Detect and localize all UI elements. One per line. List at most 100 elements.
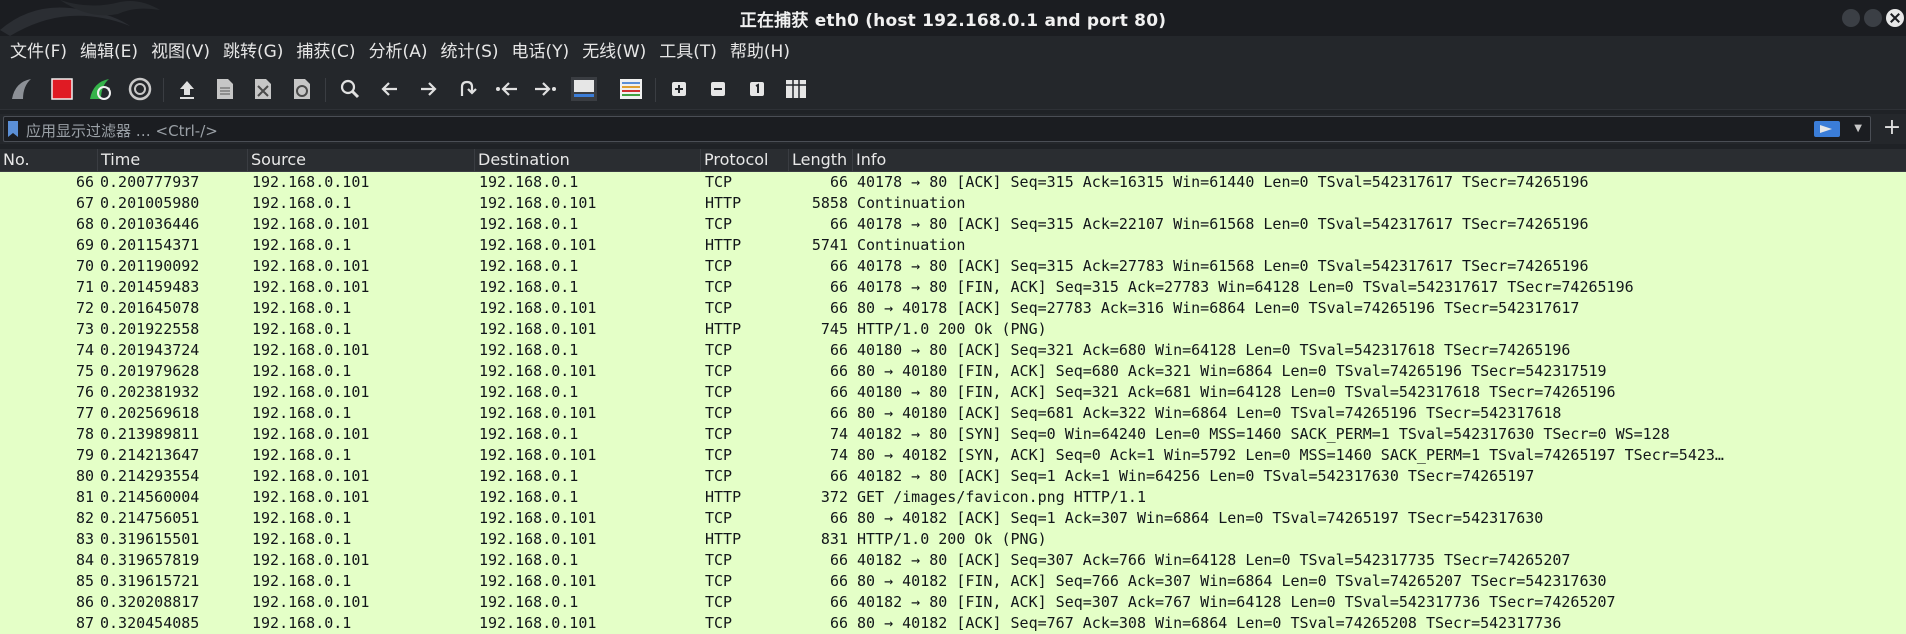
- close-button[interactable]: [1886, 9, 1904, 27]
- packet-row[interactable]: 68 0.201036446 192.168.0.101 192.168.0.1 TCP…: [0, 214, 1906, 235]
- menu-edit[interactable]: 编辑(E): [74, 36, 144, 68]
- normal-size-icon[interactable]: [743, 75, 771, 103]
- packet-source: 192.168.0.1: [252, 446, 352, 464]
- packet-row[interactable]: 82 0.214756051 192.168.0.1 192.168.0.101 TCP…: [0, 508, 1906, 529]
- packet-row[interactable]: 77 0.202569618 192.168.0.1 192.168.0.101 TCP…: [0, 403, 1906, 424]
- packet-row[interactable]: 83 0.319615501 192.168.0.1 192.168.0.101 HTT…: [0, 529, 1906, 550]
- packet-destination: 192.168.0.1: [479, 278, 579, 296]
- column-header-no[interactable]: No.: [0, 149, 98, 172]
- autoscroll-icon[interactable]: [570, 75, 598, 103]
- menu-go[interactable]: 跳转(G): [217, 36, 289, 68]
- zoom-in-icon[interactable]: [665, 75, 693, 103]
- packet-row[interactable]: 66 0.200777937 192.168.0.101 192.168.0.1 TCP…: [0, 172, 1906, 193]
- packet-row[interactable]: 73 0.201922558 192.168.0.1 192.168.0.101 HTT…: [0, 319, 1906, 340]
- packet-info: 40178 → 80 [FIN, ACK] Seq=315 Ack=27783 …: [857, 278, 1634, 296]
- packet-row[interactable]: 69 0.201154371 192.168.0.1 192.168.0.101 HTT…: [0, 235, 1906, 256]
- filter-bookmark-icon[interactable]: [8, 121, 18, 137]
- menu-analyze[interactable]: 分析(A): [363, 36, 434, 68]
- close-file-icon[interactable]: [249, 75, 277, 103]
- packet-row[interactable]: 87 0.320454085 192.168.0.1 192.168.0.101 TCP…: [0, 613, 1906, 634]
- packet-row[interactable]: 85 0.319615721 192.168.0.1 192.168.0.101 TCP…: [0, 571, 1906, 592]
- packet-row[interactable]: 70 0.201190092 192.168.0.101 192.168.0.1 TCP…: [0, 256, 1906, 277]
- packet-row[interactable]: 74 0.201943724 192.168.0.101 192.168.0.1 TCP…: [0, 340, 1906, 361]
- packet-row[interactable]: 84 0.319657819 192.168.0.101 192.168.0.1 TCP…: [0, 550, 1906, 571]
- packet-no: 81: [75, 488, 94, 506]
- last-packet-icon[interactable]: [531, 75, 559, 103]
- open-file-icon[interactable]: [173, 75, 201, 103]
- column-header-destination[interactable]: Destination: [475, 149, 701, 172]
- find-packet-icon[interactable]: [336, 75, 364, 103]
- packet-source: 192.168.0.101: [252, 551, 370, 569]
- menu-statistics[interactable]: 统计(S): [434, 36, 504, 68]
- packet-row[interactable]: 76 0.202381932 192.168.0.101 192.168.0.1 TCP…: [0, 382, 1906, 403]
- packet-row[interactable]: 75 0.201979628 192.168.0.1 192.168.0.101 TCP…: [0, 361, 1906, 382]
- packet-destination: 192.168.0.101: [479, 404, 597, 422]
- column-header-protocol[interactable]: Protocol: [701, 149, 789, 172]
- first-packet-icon[interactable]: [493, 75, 521, 103]
- packet-source: 192.168.0.101: [252, 593, 370, 611]
- menu-tools[interactable]: 工具(T): [653, 36, 723, 68]
- packet-length: 5741: [811, 236, 848, 254]
- packet-protocol: TCP: [705, 278, 733, 296]
- column-header-info[interactable]: Info: [853, 149, 1906, 172]
- display-filter-input[interactable]: 应用显示过滤器 … <Ctrl-/> ▼: [3, 116, 1871, 142]
- packet-no: 80: [75, 467, 94, 485]
- column-header-time[interactable]: Time: [98, 149, 248, 172]
- toolbar-separator: [325, 78, 326, 102]
- stop-capture-icon[interactable]: [48, 75, 76, 103]
- restart-capture-icon[interactable]: [86, 75, 114, 103]
- packet-row[interactable]: 78 0.213989811 192.168.0.101 192.168.0.1 TCP…: [0, 424, 1906, 445]
- menu-help[interactable]: 帮助(H): [724, 36, 796, 68]
- zoom-out-icon[interactable]: [704, 75, 732, 103]
- colorize-icon[interactable]: [617, 75, 645, 103]
- packet-row[interactable]: 67 0.201005980 192.168.0.1 192.168.0.101 HTT…: [0, 193, 1906, 214]
- packet-info: 80 → 40180 [FIN, ACK] Seq=680 Ack=321 Wi…: [857, 362, 1607, 380]
- packet-length: 745: [820, 320, 848, 338]
- packet-destination: 192.168.0.101: [479, 362, 597, 380]
- packet-length: 66: [829, 341, 848, 359]
- add-filter-button[interactable]: +: [1880, 114, 1904, 142]
- packet-no: 66: [75, 173, 94, 191]
- maximize-button[interactable]: [1864, 9, 1882, 27]
- column-header-source[interactable]: Source: [248, 149, 475, 172]
- packet-row[interactable]: 71 0.201459483 192.168.0.101 192.168.0.1 TCP…: [0, 277, 1906, 298]
- filter-placeholder: 应用显示过滤器 … <Ctrl-/>: [26, 122, 218, 140]
- menu-view[interactable]: 视图(V): [145, 36, 216, 68]
- shark-fin-start-icon[interactable]: [8, 75, 36, 103]
- save-file-icon[interactable]: [211, 75, 239, 103]
- packet-length: 66: [829, 467, 848, 485]
- go-back-icon[interactable]: [376, 75, 404, 103]
- packet-source: 192.168.0.101: [252, 173, 370, 191]
- capture-options-icon[interactable]: [126, 75, 154, 103]
- packet-list-header: No. Time Source Destination Protocol Len…: [0, 149, 1906, 172]
- go-to-packet-icon[interactable]: [453, 75, 481, 103]
- column-header-length[interactable]: Length: [789, 149, 853, 172]
- packet-row[interactable]: 81 0.214560004 192.168.0.101 192.168.0.1 HTT…: [0, 487, 1906, 508]
- packet-protocol: TCP: [705, 467, 733, 485]
- filter-dropdown-icon[interactable]: ▼: [1854, 123, 1862, 134]
- packet-length: 66: [829, 173, 848, 191]
- menu-wireless[interactable]: 无线(W): [576, 36, 652, 68]
- packet-source: 192.168.0.101: [252, 278, 370, 296]
- go-forward-icon[interactable]: [414, 75, 442, 103]
- packet-row[interactable]: 86 0.320208817 192.168.0.101 192.168.0.1 TCP…: [0, 592, 1906, 613]
- packet-source: 192.168.0.1: [252, 362, 352, 380]
- packet-info: 80 → 40180 [ACK] Seq=681 Ack=322 Win=686…: [857, 404, 1562, 422]
- apply-filter-icon[interactable]: [1814, 121, 1840, 137]
- menu-telephony[interactable]: 电话(Y): [506, 36, 576, 68]
- packet-protocol: TCP: [705, 341, 733, 359]
- packet-row[interactable]: 72 0.201645078 192.168.0.1 192.168.0.101 TCP…: [0, 298, 1906, 319]
- menu-capture[interactable]: 捕获(C): [290, 36, 361, 68]
- packet-info: Continuation: [857, 236, 966, 254]
- packet-row[interactable]: 80 0.214293554 192.168.0.101 192.168.0.1 TCP…: [0, 466, 1906, 487]
- resize-columns-icon[interactable]: [782, 75, 810, 103]
- packet-no: 76: [75, 383, 94, 401]
- packet-time: 0.201645078: [100, 299, 200, 317]
- packet-time: 0.201459483: [100, 278, 200, 296]
- menu-file[interactable]: 文件(F): [4, 36, 73, 68]
- packet-protocol: HTTP: [705, 530, 742, 548]
- packet-row[interactable]: 79 0.214213647 192.168.0.1 192.168.0.101 TCP…: [0, 445, 1906, 466]
- minimize-button[interactable]: [1842, 9, 1860, 27]
- packet-protocol: TCP: [705, 383, 733, 401]
- reload-file-icon[interactable]: [288, 75, 316, 103]
